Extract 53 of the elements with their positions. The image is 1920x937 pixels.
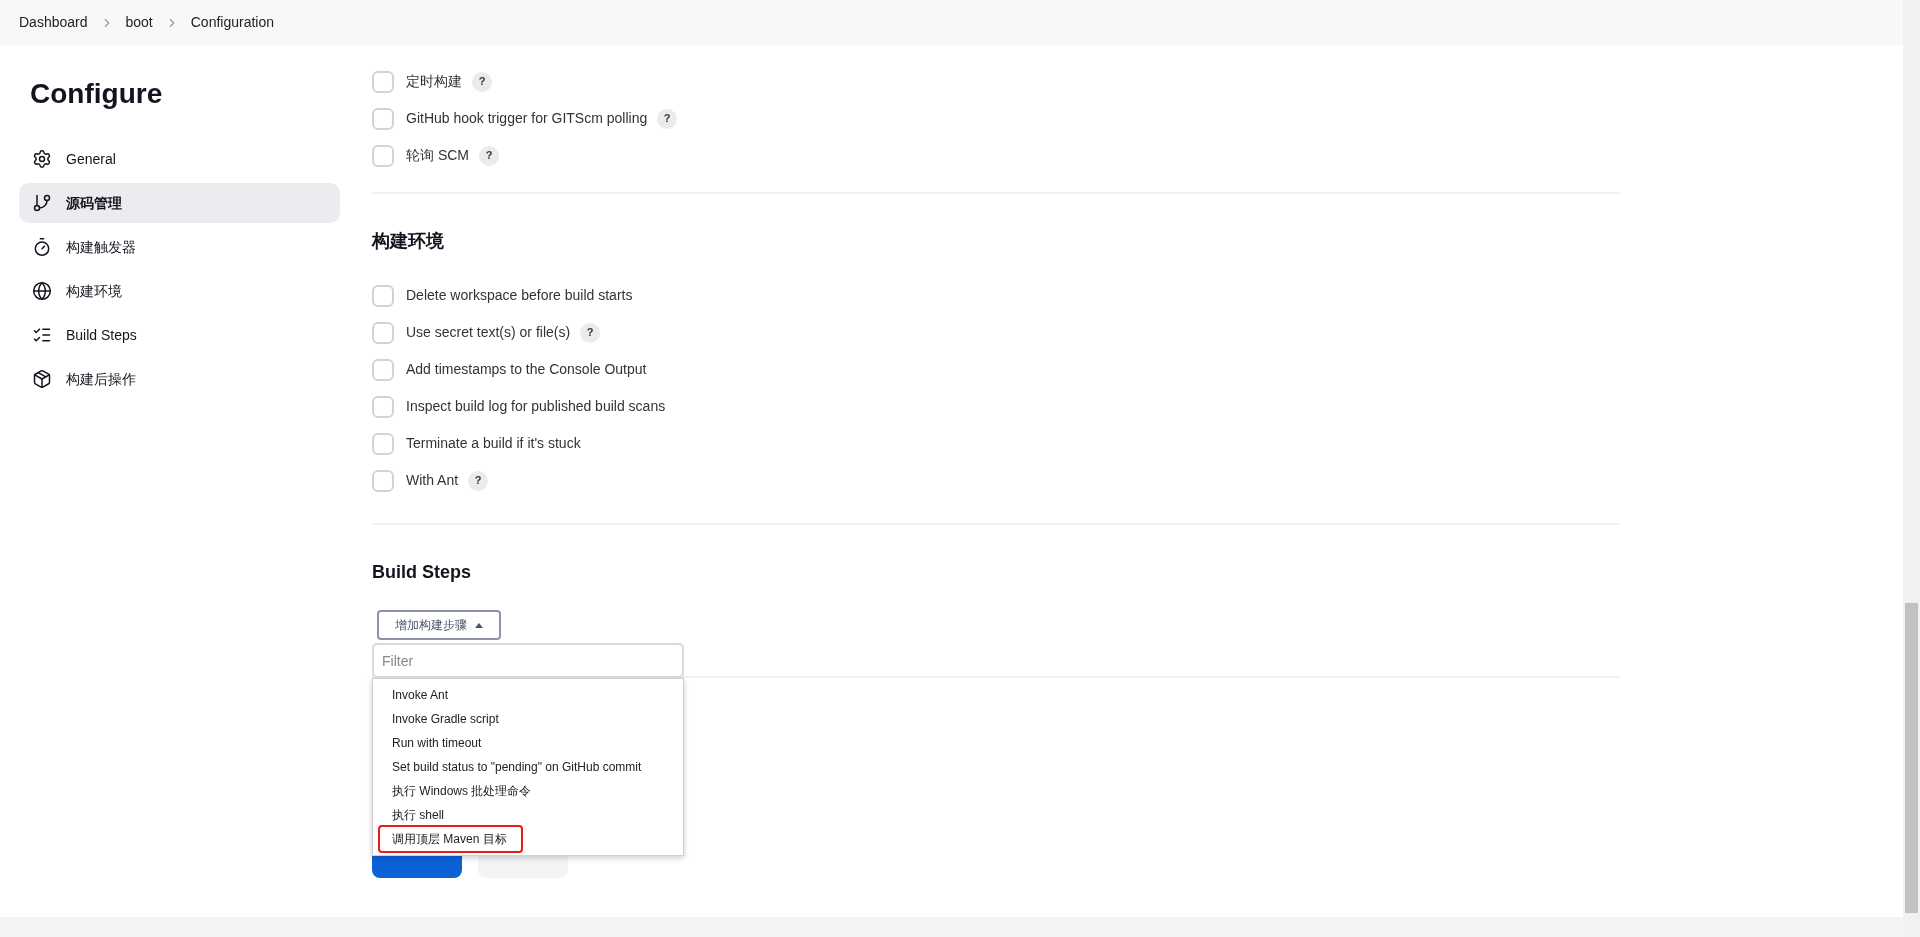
checkbox-label: With Ant [406,471,459,490]
section-icon [32,369,52,389]
checkbox-label: 轮询 SCM [406,146,469,165]
checkbox[interactable] [372,358,394,381]
checkbox-label: Inspect build log for published build scans [406,397,666,416]
checkbox[interactable] [372,284,394,307]
menu-item[interactable]: Invoke Ant [380,683,676,707]
section-icon [32,325,52,345]
help-button[interactable]: ? [472,71,492,92]
add-step-button[interactable]: 增加构建步骤 [377,610,501,640]
checkbox-label: Add timestamps to the Console Output [406,360,647,379]
sidebar-item[interactable]: General [19,139,340,179]
sidebar-item[interactable]: 构建环境 [19,271,340,311]
scrollbar[interactable] [1903,0,1920,937]
checkbox[interactable] [372,469,394,492]
help-button[interactable]: ? [468,470,489,491]
page-title: Configure [29,77,164,111]
menu-item[interactable]: 执行 shell [380,803,676,827]
checkbox[interactable] [372,107,394,130]
section-icon [32,281,52,301]
checkbox-label: 定时构建 [406,72,462,91]
checkbox[interactable] [372,432,394,455]
menu-item[interactable]: 执行 Windows 批处理命令 [380,779,676,803]
caret-icon [475,622,483,628]
section-heading: 构建环境 [372,230,445,253]
checkbox[interactable] [372,144,394,167]
section-heading: Build Steps [372,561,472,584]
breadcrumb-link[interactable]: Configuration [190,12,275,33]
checkbox[interactable] [372,70,394,93]
checkbox-label: Delete workspace before build starts [406,286,633,305]
checkbox-label: Terminate a build if it's stuck [406,434,581,453]
menu-item[interactable]: 调用顶层 Maven 目标 [380,827,521,851]
sidebar-item[interactable]: Build Steps [19,315,340,355]
sidebar-item[interactable]: 构建触发器 [19,227,340,267]
menu-item[interactable]: Run with timeout [380,731,676,755]
checkbox-label: Use secret text(s) or file(s) [406,323,571,342]
filter-field[interactable]: Filter [372,643,684,678]
checkbox-label: GitHub hook trigger for GITScm polling [406,109,648,128]
checkbox[interactable] [372,395,394,418]
scrollbar-thumb[interactable] [1905,603,1918,913]
sidebar-item[interactable]: 源码管理 [19,183,340,223]
help-button[interactable]: ? [657,108,678,129]
sidebar-item[interactable]: 构建后操作 [19,359,340,399]
section-icon [32,237,52,257]
section-icon [32,149,52,169]
menu-item[interactable]: Invoke Gradle script [380,707,676,731]
breadcrumb-link[interactable]: boot [125,12,153,33]
help-button[interactable]: ? [479,145,499,166]
checkbox[interactable] [372,321,394,344]
section-icon [32,193,52,213]
help-button[interactable]: ? [580,322,601,343]
menu-item[interactable]: Set build status to "pending" on GitHub commit [380,755,676,779]
breadcrumb-link[interactable]: Dashboard [19,12,88,33]
